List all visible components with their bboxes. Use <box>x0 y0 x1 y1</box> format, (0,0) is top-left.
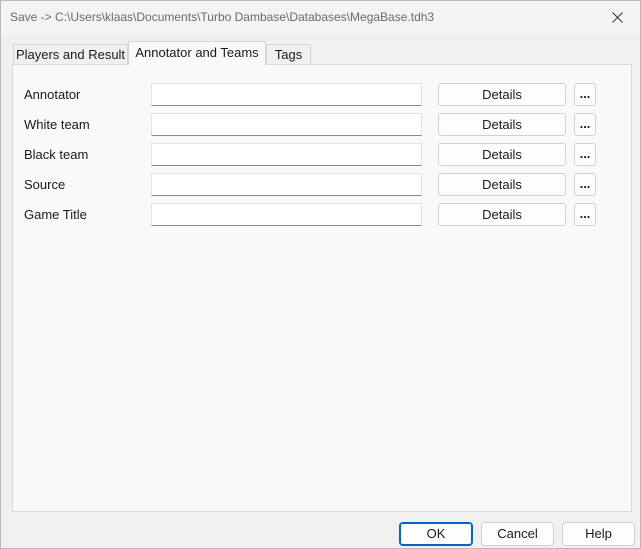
black-team-input[interactable] <box>151 143 422 166</box>
field-row-black-team: Black team Details ... <box>13 143 631 167</box>
source-input[interactable] <box>151 173 422 196</box>
source-details-button[interactable]: Details <box>438 173 566 196</box>
annotator-input[interactable] <box>151 83 422 106</box>
black-team-browse-button[interactable]: ... <box>574 143 596 166</box>
black-team-label: Black team <box>24 147 89 162</box>
window-title: Save -> C:\Users\klaas\Documents\Turbo D… <box>10 10 435 24</box>
tab-players-and-result[interactable]: Players and Result <box>13 44 128 64</box>
cancel-button[interactable]: Cancel <box>481 522 554 546</box>
close-button[interactable] <box>594 1 640 33</box>
game-title-browse-button[interactable]: ... <box>574 203 596 226</box>
title-bar: Save -> C:\Users\klaas\Documents\Turbo D… <box>1 1 640 33</box>
dialog-window: Save -> C:\Users\klaas\Documents\Turbo D… <box>0 0 641 549</box>
tab-tags[interactable]: Tags <box>266 44 311 64</box>
field-row-annotator: Annotator Details ... <box>13 83 631 107</box>
game-title-details-button[interactable]: Details <box>438 203 566 226</box>
help-button[interactable]: Help <box>562 522 635 546</box>
annotator-browse-button[interactable]: ... <box>574 83 596 106</box>
tab-annotator-and-teams[interactable]: Annotator and Teams <box>128 41 266 65</box>
source-label: Source <box>24 177 66 192</box>
annotator-label: Annotator <box>24 87 81 102</box>
close-icon <box>611 11 623 23</box>
black-team-details-button[interactable]: Details <box>438 143 566 166</box>
ok-button[interactable]: OK <box>399 522 473 546</box>
annotator-details-button[interactable]: Details <box>438 83 566 106</box>
source-browse-button[interactable]: ... <box>574 173 596 196</box>
game-title-label: Game Title <box>24 207 87 222</box>
white-team-input[interactable] <box>151 113 422 136</box>
white-team-label: White team <box>24 117 90 132</box>
white-team-browse-button[interactable]: ... <box>574 113 596 136</box>
game-title-input[interactable] <box>151 203 422 226</box>
white-team-details-button[interactable]: Details <box>438 113 566 136</box>
field-row-source: Source Details ... <box>13 173 631 197</box>
field-row-white-team: White team Details ... <box>13 113 631 137</box>
tab-panel-annotator-and-teams: Annotator Details ... White team Details… <box>12 64 632 512</box>
field-row-game-title: Game Title Details ... <box>13 203 631 227</box>
